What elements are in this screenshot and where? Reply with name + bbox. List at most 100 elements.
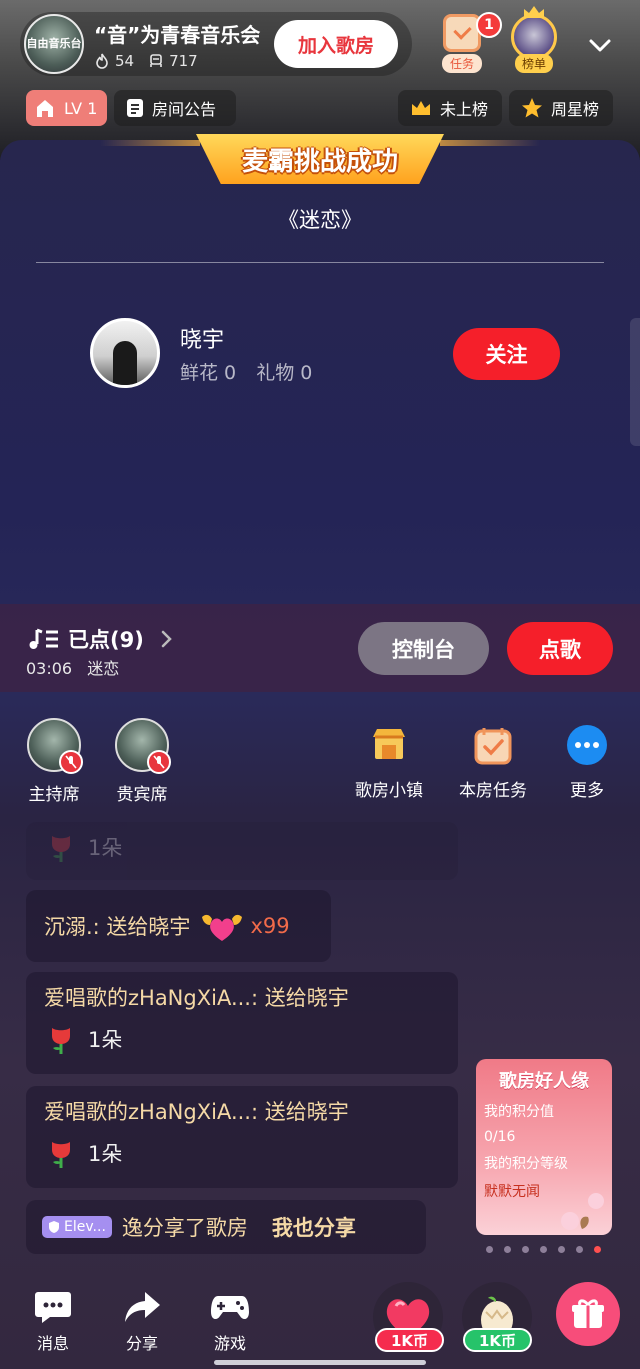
score-label: 我的积分值 [484, 1104, 554, 1120]
star-icon [522, 98, 542, 118]
crown-icon [412, 101, 430, 115]
more-button[interactable]: 更多 [542, 724, 632, 801]
carousel-dots [486, 1246, 612, 1253]
week-star-button[interactable]: 周星榜 [509, 90, 613, 126]
current-song: 迷恋 [87, 659, 120, 678]
shop-icon [368, 724, 410, 766]
user-tag-label: Elev... [64, 1219, 106, 1235]
more-label: 更多 [570, 781, 604, 801]
gift-count: 1朵 [88, 1028, 123, 1052]
share-too-button[interactable]: 我也分享 [272, 1212, 356, 1242]
side-handle[interactable] [630, 318, 640, 446]
host-seat[interactable]: 主持席 [14, 718, 94, 805]
chat-gift-line: 1朵 [44, 1022, 440, 1056]
faded-count: 1朵 [88, 836, 123, 860]
host-seat-label: 主持席 [28, 785, 80, 805]
carousel-dot[interactable] [558, 1246, 565, 1253]
chevron-right-icon [161, 630, 172, 648]
room-notice-label: 房间公告 [152, 100, 217, 119]
crown-icon [524, 6, 544, 18]
join-room-button[interactable]: 加入歌房 [274, 20, 398, 68]
chat-message[interactable]: 爱唱歌的zHaNgXiA...: 送给晓宇 1朵 [26, 1086, 458, 1188]
flower-count: 鲜花 0 [180, 362, 237, 384]
gift-button[interactable] [556, 1282, 620, 1346]
carousel-dot[interactable] [486, 1246, 493, 1253]
not-ranked-label: 未上榜 [440, 100, 489, 119]
follow-button[interactable]: 关注 [453, 328, 560, 380]
home-indicator[interactable] [214, 1360, 426, 1365]
chat-sender: 爱唱歌的zHaNgXiA...: 送给晓宇 [44, 986, 349, 1010]
message-icon [35, 1292, 71, 1323]
carousel-dot[interactable] [540, 1246, 547, 1253]
user-tag: Elev... [42, 1216, 112, 1238]
member-stat: 717 [148, 52, 198, 70]
room-text: “音”为青春音乐会 54 717 [94, 19, 260, 70]
request-song-button[interactable]: 点歌 [507, 622, 613, 675]
song-title: 《迷恋》 [278, 208, 362, 232]
chat-gift-line: 1朵 [44, 1136, 440, 1170]
share-button[interactable]: 分享 [112, 1290, 172, 1354]
task-badge: 1 [476, 12, 502, 38]
divider [36, 262, 604, 263]
message-button[interactable]: 消息 [23, 1290, 83, 1354]
chevron-down-icon[interactable] [588, 34, 612, 58]
score-value: 0/16 [484, 1129, 516, 1145]
carousel-dot-active[interactable] [594, 1246, 601, 1253]
karaoke-town-button[interactable]: 歌房小镇 [344, 724, 434, 801]
vip-avatar [115, 718, 171, 774]
carousel-dot[interactable] [504, 1246, 511, 1253]
queue-title[interactable]: 已点(9) [28, 624, 184, 654]
chat-message[interactable]: 爱唱歌的zHaNgXiA...: 送给晓宇 1朵 [26, 972, 458, 1074]
share-text: 逸分享了歌房 [121, 1216, 248, 1240]
gift-count: 礼物 0 [256, 362, 313, 384]
host-avatar [27, 718, 83, 774]
not-ranked-button[interactable]: 未上榜 [398, 90, 502, 126]
avatar-figure [113, 341, 137, 385]
egg-gift-price: 1K币 [463, 1328, 533, 1352]
chat-text: 沉溺.: 送给晓宇 [44, 915, 191, 939]
vip-seat-label: 贵宾席 [116, 785, 168, 805]
gift-multiplier: x99 [250, 914, 290, 938]
game-button[interactable]: 游戏 [200, 1290, 260, 1354]
gamepad-icon [211, 1296, 249, 1320]
share-message: Elev... 逸分享了歌房 我也分享 [26, 1200, 426, 1254]
promo-title: 歌房好人缘 [499, 1071, 589, 1092]
flower-decoration-icon [561, 1193, 604, 1230]
now-playing: 03:06 迷恋 [26, 655, 129, 679]
play-time: 03:06 [26, 659, 73, 678]
carousel-dot[interactable] [576, 1246, 583, 1253]
flame-icon [96, 53, 108, 69]
more-icon [566, 724, 608, 766]
gift-count: 1朵 [88, 1142, 123, 1166]
mic-muted-icon [59, 750, 83, 774]
room-avatar[interactable]: 自由音乐台 [24, 14, 84, 74]
level-badge[interactable]: LV 1 [26, 90, 107, 126]
seat-icon [150, 53, 162, 67]
singer-stats: 鲜花 0 礼物 0 [180, 358, 326, 385]
singer-avatar[interactable] [90, 318, 160, 388]
karaoke-town-label: 歌房小镇 [355, 781, 423, 801]
heart-gift-price: 1K币 [375, 1328, 445, 1352]
chat-message[interactable]: 沉溺.: 送给晓宇 x99 [26, 890, 331, 962]
vip-seat[interactable]: 贵宾席 [102, 718, 182, 805]
hot-stat: 54 [94, 52, 134, 70]
room-stats: 54 717 [94, 52, 260, 70]
room-task-button[interactable]: 本房任务 [448, 724, 538, 801]
room-notice-button[interactable]: 房间公告 [114, 90, 236, 126]
game-label: 游戏 [213, 1334, 246, 1353]
task-label: 任务 [441, 54, 482, 73]
level-label: 我的积分等级 [484, 1156, 568, 1172]
carousel-dot[interactable] [522, 1246, 529, 1253]
control-panel-button[interactable]: 控制台 [358, 622, 489, 675]
playlist-icon [29, 628, 58, 649]
hot-count: 54 [115, 51, 135, 70]
notice-icon [127, 99, 143, 117]
singer-name[interactable]: 晓宇 [180, 322, 224, 354]
level-text: LV 1 [64, 98, 98, 118]
challenge-banner: 麦霸挑战成功 [196, 134, 444, 184]
promo-card[interactable]: 歌房好人缘 我的积分值 0/16 我的积分等级 默默无闻 [476, 1059, 612, 1235]
rose-icon [52, 1028, 70, 1054]
rank-button[interactable]: 榜单 [506, 6, 562, 78]
rose-icon [52, 1142, 70, 1168]
chat-sender: 爱唱歌的zHaNgXiA...: 送给晓宇 [44, 1100, 349, 1124]
